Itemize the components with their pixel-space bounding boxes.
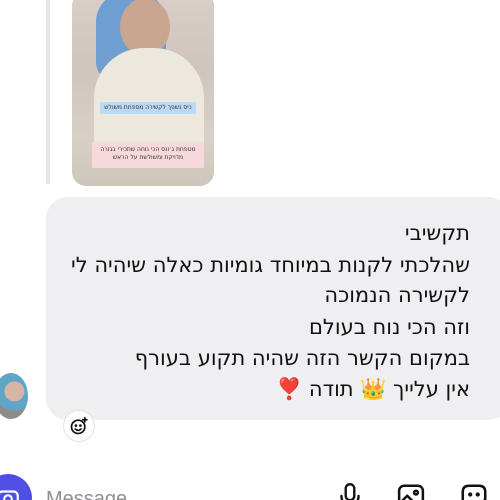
story-caption-bottom: מטפחת ג׳ונס הכי נוחה שתכירי בגזרה מדויקת… bbox=[92, 142, 204, 168]
message-line: שהלכתי לקנות במיוחד גומיות כאלה שיהיה לי bbox=[71, 253, 470, 277]
message-line: תקשיבי bbox=[404, 221, 470, 245]
gallery-button[interactable] bbox=[394, 480, 428, 500]
message-line: וזה הכי נוח בעולם bbox=[309, 315, 470, 339]
sticker-button[interactable] bbox=[457, 480, 491, 500]
message-input[interactable] bbox=[46, 484, 186, 500]
sender-avatar[interactable] bbox=[0, 373, 28, 419]
message-line: אין עלייך 👑 תודה ❣️ bbox=[276, 377, 470, 401]
message-line: במקום הקשר הזה שהיה תקוע בעורף bbox=[134, 346, 470, 370]
add-reaction-button[interactable] bbox=[63, 410, 95, 442]
story-reply-thumbnail[interactable]: כיס נשפך לקשירה מספחת משולש מטפחת ג׳ונס … bbox=[72, 0, 214, 186]
sticker-icon bbox=[461, 484, 487, 500]
add-reaction-icon bbox=[70, 416, 88, 435]
microphone-icon bbox=[340, 482, 360, 500]
camera-button[interactable] bbox=[0, 474, 32, 500]
story-caption-top: כיס נשפך לקשירה מספחת משולש bbox=[100, 102, 196, 114]
microphone-button[interactable] bbox=[333, 480, 367, 500]
message-line: לקשירה הנמוכה bbox=[324, 283, 470, 307]
reply-thread-line bbox=[46, 0, 50, 184]
gallery-icon bbox=[397, 484, 425, 500]
camera-icon bbox=[0, 490, 19, 500]
